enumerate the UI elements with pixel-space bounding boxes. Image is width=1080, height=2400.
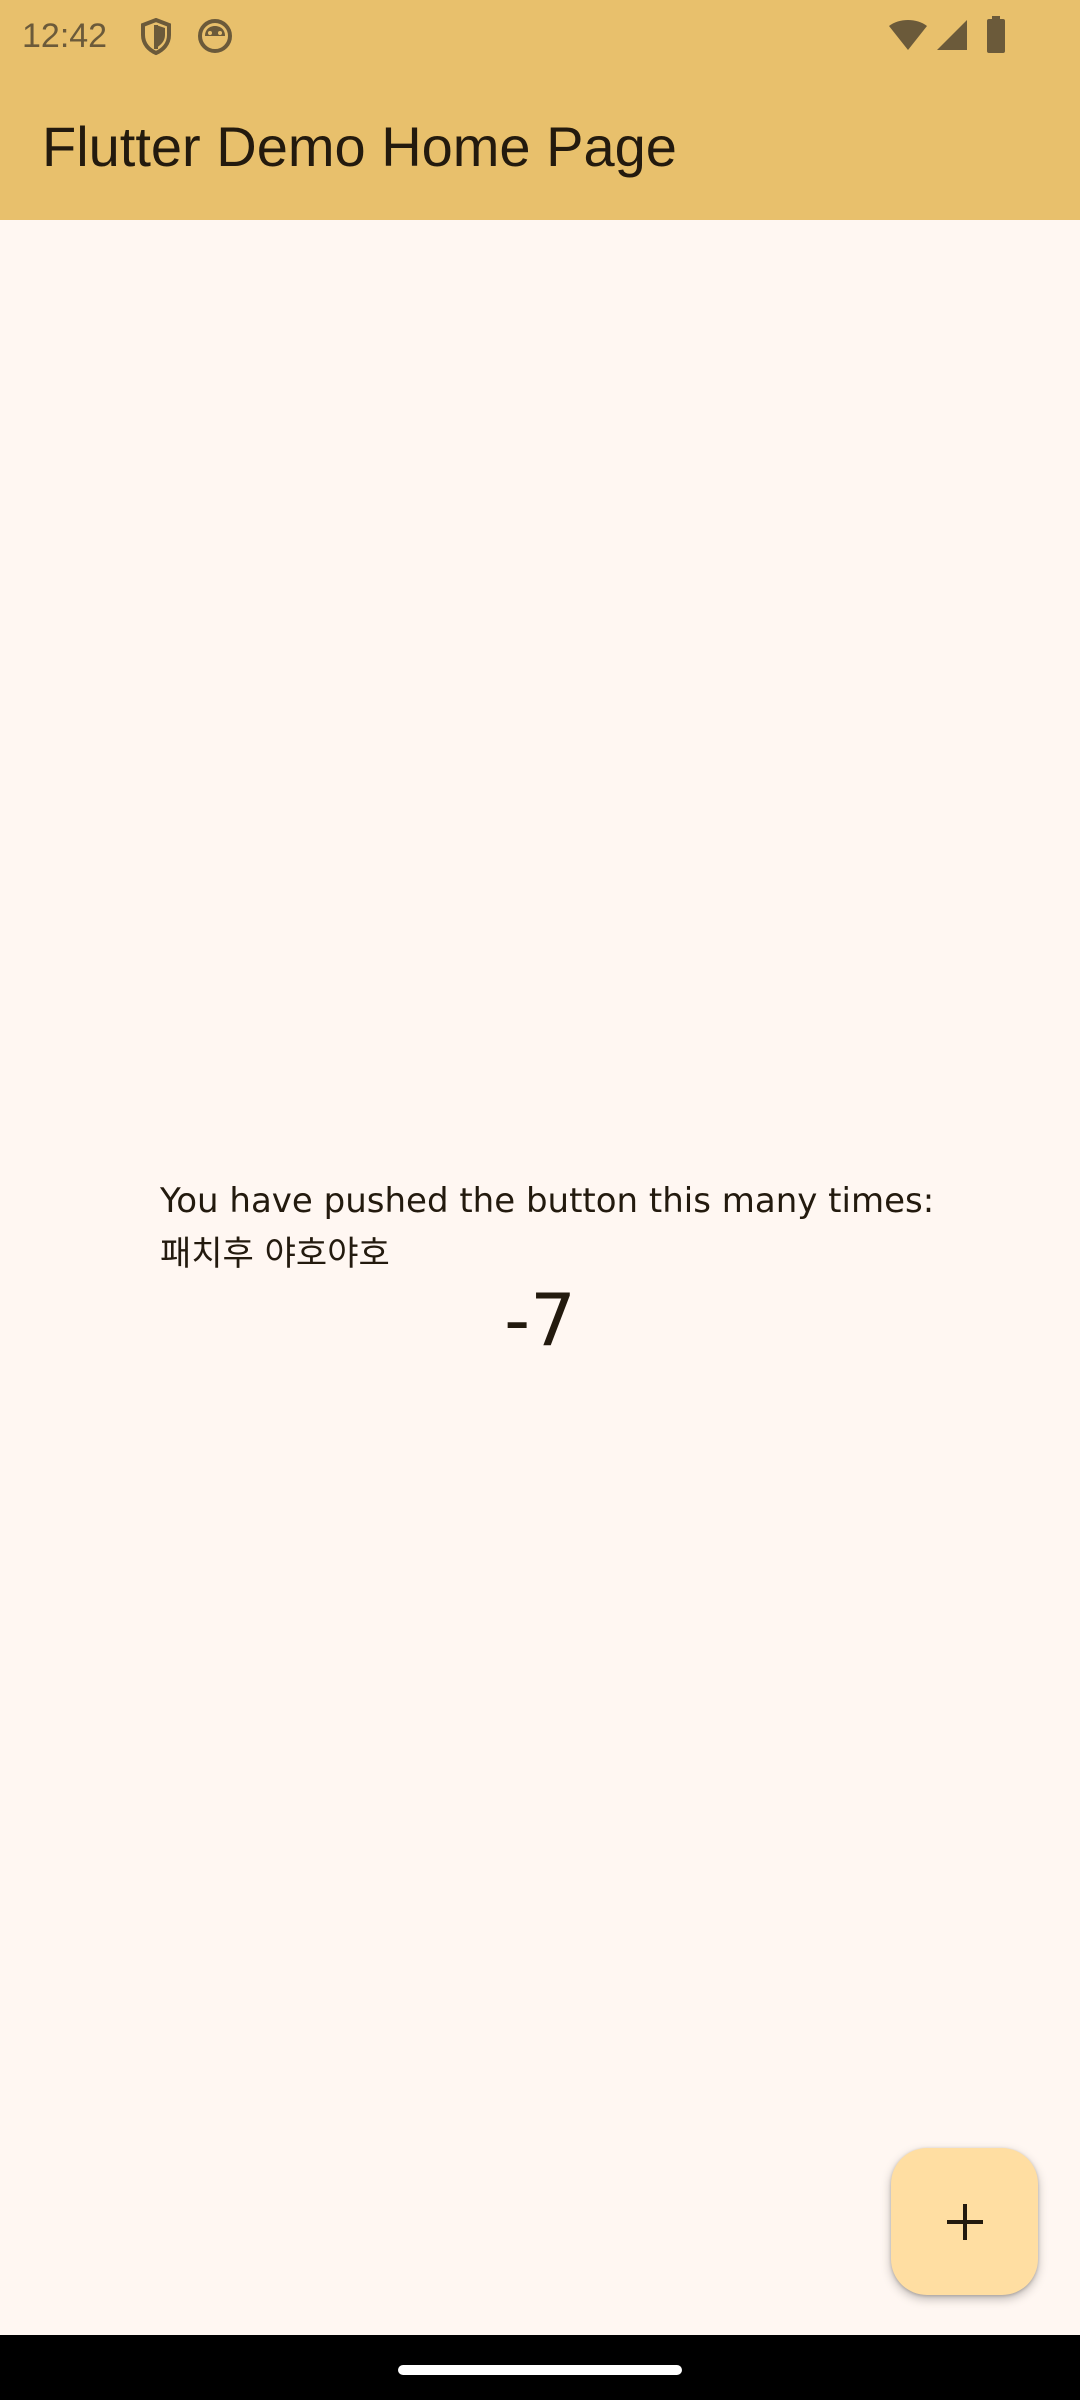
status-bar: 12:42 bbox=[0, 0, 1080, 75]
status-time: 12:42 bbox=[22, 17, 108, 55]
navigation-bar bbox=[0, 2335, 1080, 2400]
cellular-signal-icon bbox=[935, 18, 969, 56]
app-screen: 12:42 Flutter Demo Home Page You have pu… bbox=[0, 0, 1080, 2400]
increment-button[interactable] bbox=[891, 2148, 1038, 2295]
patch-message: 패치후 야호야호 bbox=[160, 1234, 390, 1274]
page-title: Flutter Demo Home Page bbox=[42, 115, 677, 178]
message-block: You have pushed the button this many tim… bbox=[160, 1175, 960, 1281]
app-bar: Flutter Demo Home Page bbox=[0, 75, 1080, 220]
android-debug-icon bbox=[197, 18, 233, 58]
battery-icon bbox=[986, 16, 1006, 58]
counter-value: -7 bbox=[504, 1278, 576, 1362]
add-icon bbox=[946, 2203, 983, 2240]
counter-message: You have pushed the button this many tim… bbox=[160, 1181, 935, 1221]
main-content: You have pushed the button this many tim… bbox=[0, 220, 1080, 2335]
wifi-icon bbox=[888, 18, 928, 56]
shield-icon bbox=[140, 17, 172, 60]
home-gesture-handle[interactable] bbox=[398, 2365, 682, 2375]
